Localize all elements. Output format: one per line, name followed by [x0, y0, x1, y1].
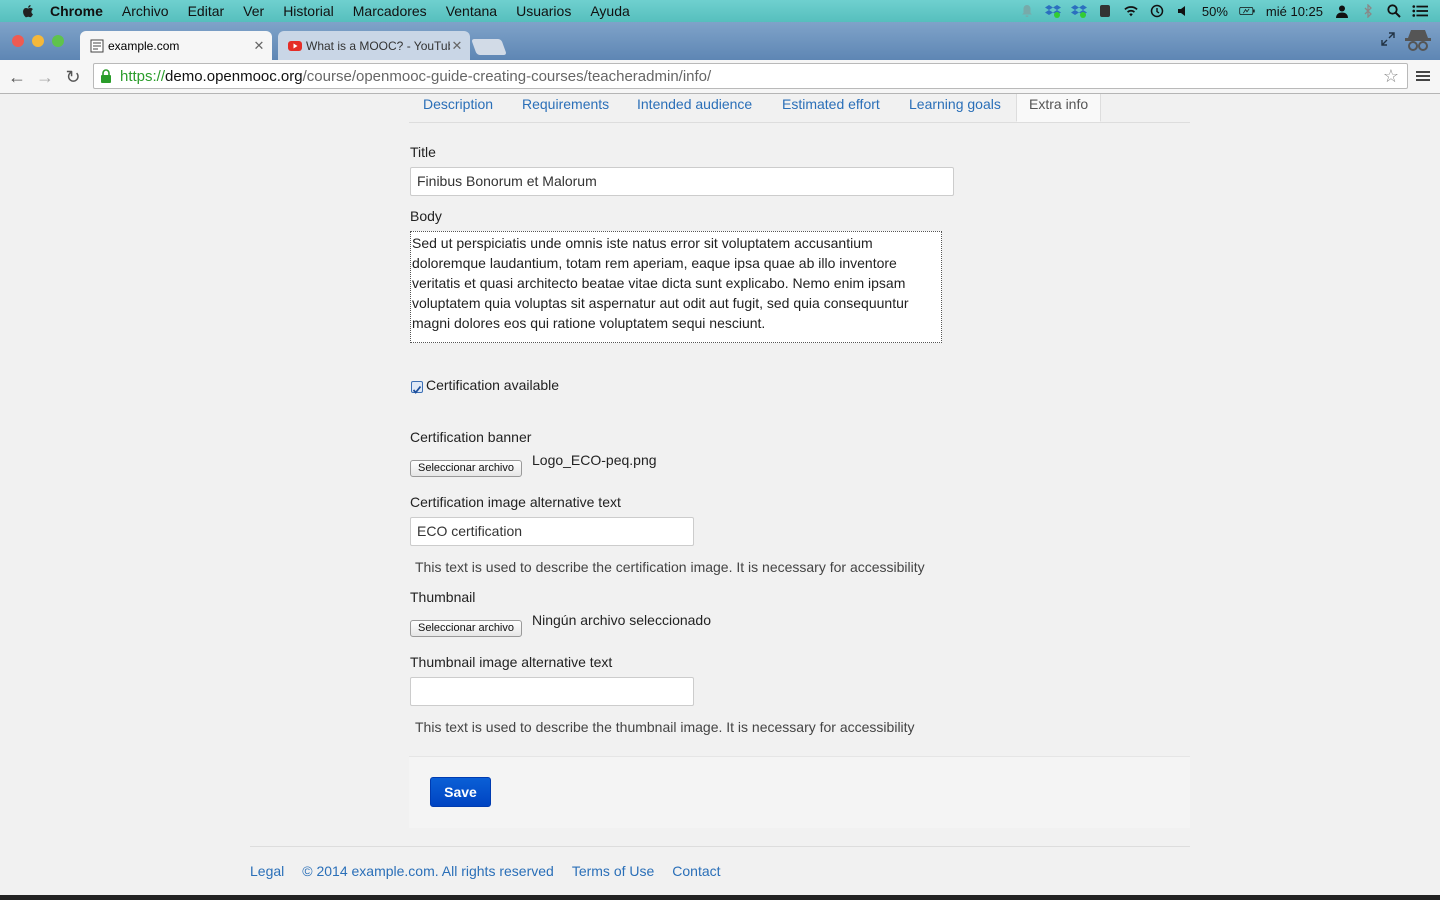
- dropbox-icon[interactable]: [1044, 3, 1061, 19]
- menubar: Chrome Archivo Editar Ver Historial Marc…: [0, 0, 1440, 22]
- thumbnail-choose-file-button[interactable]: Seleccionar archivo: [410, 620, 522, 637]
- footer-copyright-link[interactable]: © 2014 example.com. All rights reserved: [302, 863, 554, 879]
- menu-archivo[interactable]: Archivo: [122, 3, 169, 19]
- lock-icon: [101, 69, 111, 83]
- tab-extra-info[interactable]: Extra info: [1016, 94, 1102, 122]
- forward-arrow-icon[interactable]: →: [34, 66, 56, 88]
- tab-description[interactable]: Description: [423, 95, 493, 123]
- close-tab-icon[interactable]: ✕: [450, 38, 464, 54]
- title-input[interactable]: Finibus Bonorum et Malorum: [410, 167, 954, 196]
- browser-tab-title: What is a MOOC? - YouTube: [306, 38, 450, 53]
- volume-icon[interactable]: [1175, 3, 1191, 19]
- apple-icon[interactable]: [20, 3, 36, 19]
- thumbnail-file-name: Ningún archivo seleccionado: [532, 612, 711, 628]
- title-label: Title: [410, 144, 436, 160]
- certification-label[interactable]: Certification available: [426, 377, 559, 393]
- menu-usuarios[interactable]: Usuarios: [516, 3, 571, 19]
- window-minimize-button[interactable]: [32, 35, 44, 47]
- page-content: Description Requirements Intended audien…: [0, 94, 1440, 900]
- body-textarea[interactable]: Sed ut perspiciatis unde omnis iste natu…: [410, 231, 942, 343]
- cert-alt-input[interactable]: ECO certification: [410, 517, 694, 546]
- banner-file-name: Logo_ECO-peq.png: [532, 452, 657, 468]
- footer: Legal © 2014 example.com. All rights res…: [250, 863, 739, 879]
- footer-contact-link[interactable]: Contact: [672, 863, 720, 879]
- certification-checkbox[interactable]: [411, 381, 423, 394]
- battery-percent[interactable]: 50%: [1202, 4, 1228, 19]
- bluetooth-icon[interactable]: [1360, 3, 1376, 19]
- window-zoom-button[interactable]: [52, 35, 64, 47]
- url-path: /course/openmooc-guide-creating-courses/…: [302, 67, 712, 85]
- menu-ayuda[interactable]: Ayuda: [590, 3, 629, 19]
- address-bar[interactable]: https://demo.openmooc.org/course/openmoo…: [93, 63, 1408, 89]
- evernote-icon[interactable]: [1097, 3, 1113, 19]
- footer-legal-link[interactable]: Legal: [250, 863, 284, 879]
- form-tabs: Description Requirements Intended audien…: [409, 94, 1190, 123]
- certification-banner-label: Certification banner: [410, 429, 532, 445]
- tab-learning-goals[interactable]: Learning goals: [909, 95, 1001, 123]
- form-actions: Save: [409, 756, 1190, 828]
- browser-tab-youtube[interactable]: What is a MOOC? - YouTube ✕: [278, 31, 470, 60]
- thumb-alt-input[interactable]: [410, 677, 694, 706]
- menu-ventana[interactable]: Ventana: [446, 3, 497, 19]
- time-machine-icon[interactable]: [1149, 3, 1165, 19]
- user-icon[interactable]: [1334, 3, 1350, 19]
- wifi-icon[interactable]: [1123, 3, 1139, 19]
- tab-requirements[interactable]: Requirements: [522, 95, 609, 123]
- thumb-alt-help-text: This text is used to describe the thumbn…: [415, 719, 915, 735]
- browser-tab-title: example.com: [108, 38, 180, 53]
- menu-editar[interactable]: Editar: [188, 3, 225, 19]
- bookmark-star-icon[interactable]: ☆: [1383, 66, 1399, 87]
- url-scheme: https://: [120, 67, 166, 85]
- cert-alt-help-text: This text is used to describe the certif…: [415, 559, 925, 575]
- cert-alt-label: Certification image alternative text: [410, 494, 621, 510]
- spotlight-search-icon[interactable]: [1386, 3, 1402, 19]
- hamburger-menu-icon[interactable]: [1416, 69, 1430, 83]
- menu-marcadores[interactable]: Marcadores: [353, 3, 427, 19]
- window-bottom-edge: [0, 895, 1440, 900]
- footer-terms-link[interactable]: Terms of Use: [572, 863, 654, 879]
- battery-icon[interactable]: [1239, 3, 1255, 19]
- reload-icon[interactable]: ↻: [62, 66, 84, 88]
- fullscreen-icon[interactable]: [1381, 32, 1395, 46]
- notification-bell-icon[interactable]: [1019, 3, 1035, 19]
- url-host: demo.openmooc.org: [165, 67, 303, 85]
- body-label: Body: [410, 208, 442, 224]
- notification-center-icon[interactable]: [1412, 3, 1428, 19]
- footer-divider: [250, 846, 1190, 847]
- browser-toolbar: ← → ↻ https://demo.openmooc.org/course/o…: [0, 60, 1440, 94]
- menubar-clock[interactable]: mié 10:25: [1266, 4, 1323, 19]
- close-tab-icon[interactable]: ✕: [252, 38, 266, 54]
- banner-choose-file-button[interactable]: Seleccionar archivo: [410, 460, 522, 477]
- thumb-alt-label: Thumbnail image alternative text: [410, 654, 613, 670]
- new-tab-button[interactable]: [471, 39, 507, 55]
- youtube-icon: [288, 40, 302, 51]
- thumbnail-label: Thumbnail: [410, 589, 476, 605]
- browser-tab-active[interactable]: example.com ✕: [80, 31, 272, 60]
- tab-estimated-effort[interactable]: Estimated effort: [782, 95, 880, 123]
- menu-ver[interactable]: Ver: [243, 3, 264, 19]
- menu-historial[interactable]: Historial: [283, 3, 334, 19]
- menu-app-name[interactable]: Chrome: [50, 3, 103, 19]
- browser-tab-strip: example.com ✕ What is a MOOC? - YouTube …: [0, 22, 1440, 60]
- tab-intended-audience[interactable]: Intended audience: [637, 95, 752, 123]
- page-favicon-icon: [90, 39, 104, 52]
- status-area: 50% mié 10:25: [1014, 0, 1440, 22]
- incognito-profile-icon[interactable]: [1402, 28, 1434, 54]
- window-close-button[interactable]: [12, 35, 24, 47]
- back-arrow-icon[interactable]: ←: [6, 66, 28, 88]
- dropbox-sync-icon[interactable]: [1070, 3, 1087, 19]
- save-button[interactable]: Save: [430, 777, 491, 807]
- checkmark-icon: [412, 385, 422, 394]
